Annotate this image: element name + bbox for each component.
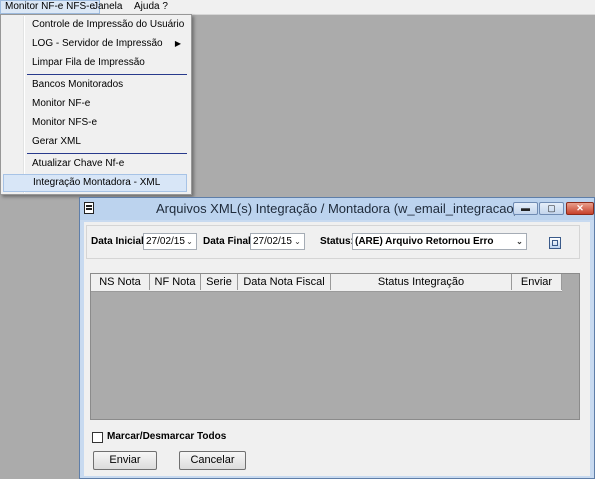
menu-item-label: LOG - Servidor de Impressão: [32, 38, 163, 49]
grid-header: NS Nota NF Nota Serie Data Nota Fiscal S…: [91, 274, 562, 292]
menu-item-integracao-montadora[interactable]: Integração Montadora - XML: [3, 174, 187, 192]
restore-button[interactable]: ▢: [539, 202, 564, 215]
col-ns-nota[interactable]: NS Nota: [91, 274, 150, 290]
send-button[interactable]: Enviar: [93, 451, 157, 470]
refresh-icon[interactable]: [549, 237, 561, 249]
col-nf-nota[interactable]: NF Nota: [150, 274, 201, 290]
menu-item-monitor-nfe[interactable]: Monitor NF-e: [3, 95, 187, 113]
minimize-button[interactable]: ▬: [513, 202, 538, 215]
submenu-arrow-icon: ▶: [174, 39, 181, 48]
menu-janela[interactable]: Janela: [89, 0, 126, 14]
menu-item-label: Controle de Impressão do Usuário: [32, 19, 185, 30]
menu-item-monitor-nfse[interactable]: Monitor NFS-e: [3, 114, 187, 132]
menu-item-limpar-fila[interactable]: Limpar Fila de Impressão: [3, 54, 187, 72]
data-inicial-value: 27/02/15: [146, 236, 185, 247]
menu-ajuda[interactable]: Ajuda ?: [130, 0, 172, 14]
col-serie[interactable]: Serie: [201, 274, 238, 290]
menu-item-label: Bancos Monitorados: [32, 79, 124, 90]
status-label: Status:: [320, 236, 354, 247]
menu-item-label: Integração Montadora - XML: [33, 177, 161, 188]
monitor-dropdown-menu: Controle de Impressão do Usuário LOG - S…: [0, 14, 192, 195]
menu-item-controle-impressao[interactable]: Controle de Impressão do Usuário: [3, 16, 187, 34]
menu-separator: [27, 74, 187, 75]
data-inicial-label: Data Inicial:: [91, 236, 148, 247]
menu-item-gerar-xml[interactable]: Gerar XML: [3, 133, 187, 151]
status-value: (ARE) Arquivo Retornou Erro: [355, 236, 494, 247]
chevron-down-icon[interactable]: ⌄: [514, 235, 525, 248]
menu-item-atualizar-chave[interactable]: Atualizar Chave Nf-e: [3, 155, 187, 173]
cancel-button[interactable]: Cancelar: [179, 451, 246, 470]
menu-item-label: Limpar Fila de Impressão: [32, 57, 145, 68]
menubar: Monitor NF-e NFS-e Janela Ajuda ?: [0, 0, 595, 15]
data-final-value: 27/02/15: [253, 236, 292, 247]
status-select[interactable]: (ARE) Arquivo Retornou Erro ⌄: [352, 233, 527, 250]
menu-item-label: Monitor NF-e: [32, 98, 91, 109]
chevron-down-icon[interactable]: ⌄: [184, 235, 195, 248]
window-titlebar[interactable]: Arquivos XML(s) Integração / Montadora (…: [80, 198, 594, 220]
close-button[interactable]: ✕: [566, 202, 594, 215]
data-final-label: Data Final:: [203, 236, 255, 247]
col-data-nota-fiscal[interactable]: Data Nota Fiscal: [238, 274, 331, 290]
data-inicial-field[interactable]: 27/02/15 ⌄: [143, 233, 197, 250]
menu-item-log-servidor[interactable]: LOG - Servidor de Impressão ▶: [3, 35, 187, 53]
menu-item-label: Atualizar Chave Nf-e: [32, 158, 125, 169]
data-final-field[interactable]: 27/02/15 ⌄: [250, 233, 305, 250]
window-client-area: Data Inicial: 27/02/15 ⌄ Data Final: 27/…: [84, 222, 590, 476]
nota-grid[interactable]: NS Nota NF Nota Serie Data Nota Fiscal S…: [90, 273, 580, 420]
chevron-down-icon[interactable]: ⌄: [292, 235, 303, 248]
filter-group: Data Inicial: 27/02/15 ⌄ Data Final: 27/…: [86, 225, 580, 259]
select-all-label[interactable]: Marcar/Desmarcar Todos: [107, 431, 226, 442]
col-enviar[interactable]: Enviar: [512, 274, 562, 290]
menu-item-bancos-monitorados[interactable]: Bancos Monitorados: [3, 76, 187, 94]
integration-window: Arquivos XML(s) Integração / Montadora (…: [79, 197, 595, 479]
menu-separator: [27, 153, 187, 154]
select-all-checkbox[interactable]: [92, 432, 103, 443]
menu-monitor-nfe-nfse[interactable]: Monitor NF-e NFS-e: [0, 0, 101, 14]
col-status-integracao[interactable]: Status Integração: [331, 274, 512, 290]
menu-item-label: Monitor NFS-e: [32, 117, 98, 128]
menu-item-label: Gerar XML: [32, 136, 81, 147]
